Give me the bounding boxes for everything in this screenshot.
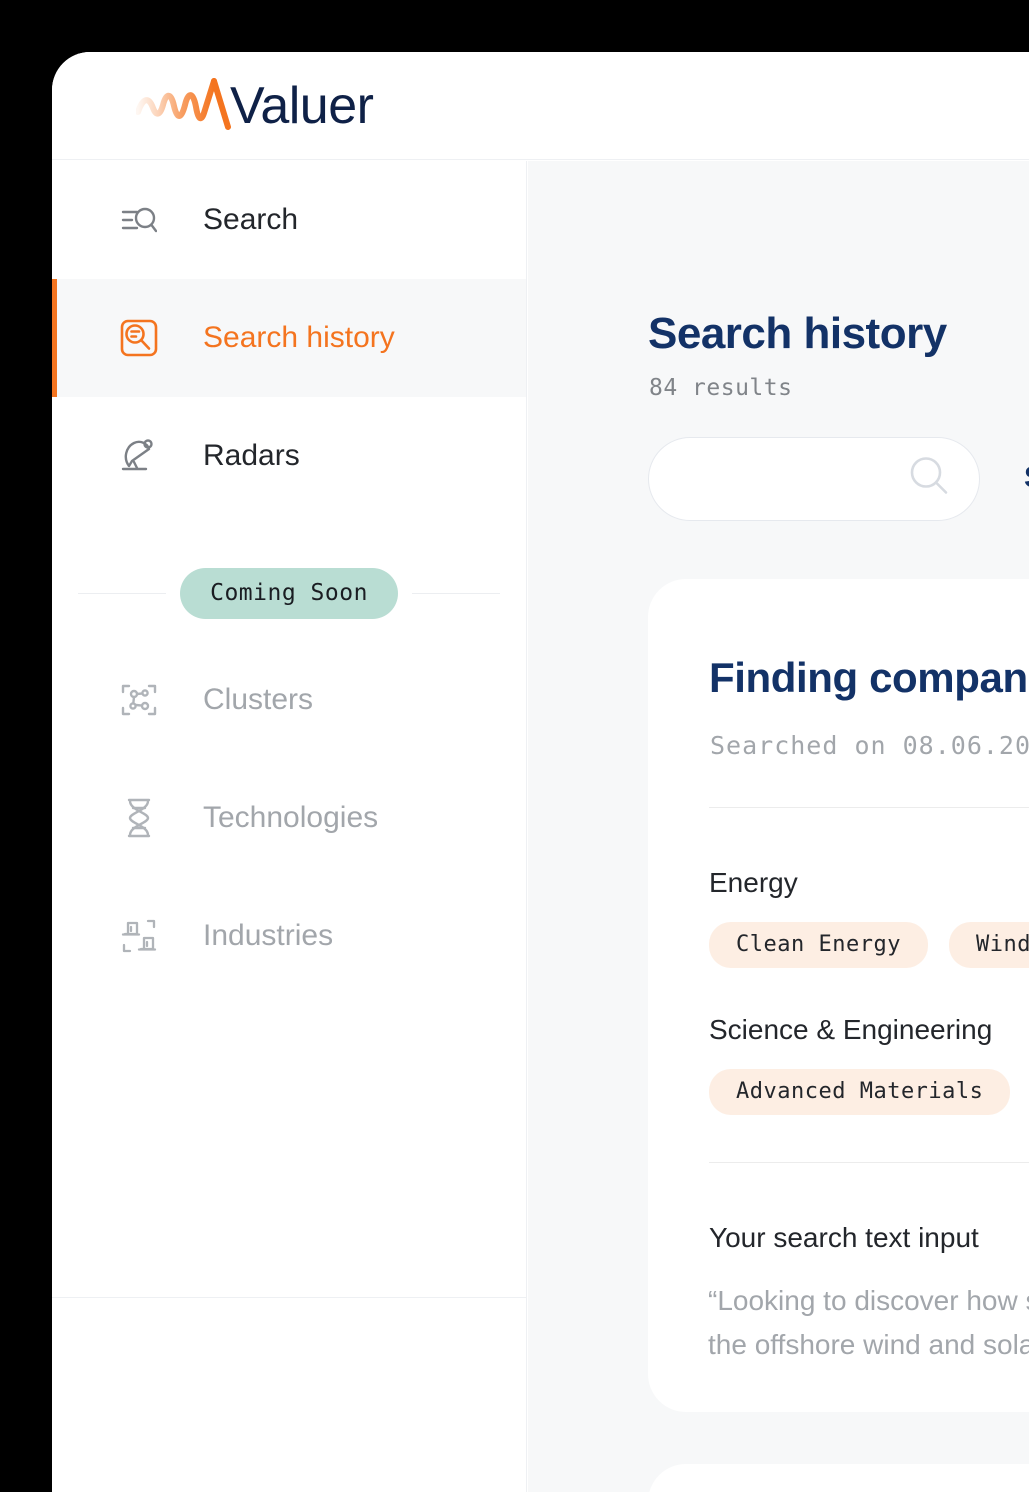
sidebar-item-label: Industries	[203, 919, 334, 952]
category-heading: Energy	[709, 867, 798, 898]
search-text-label: Your search text input	[709, 1222, 979, 1253]
search-history-card[interactable]	[648, 1464, 1029, 1492]
coming-soon-divider: Coming Soon	[52, 545, 526, 641]
card-divider	[709, 1162, 1029, 1163]
category-heading: Science & Engineering	[709, 1014, 993, 1045]
magnifier-icon	[905, 453, 953, 506]
main-content: Search history 84 results Sort Finding c…	[528, 161, 1029, 1492]
sidebar-item-label: Technologies	[203, 801, 379, 834]
sidebar-item-label: Clusters	[203, 683, 314, 716]
coming-soon-badge: Coming Soon	[180, 567, 398, 619]
search-list-icon	[119, 200, 159, 240]
sidebar-item-clusters[interactable]: Clusters	[52, 641, 526, 759]
brand-name: Valuer	[230, 76, 374, 135]
card-divider	[709, 807, 1029, 808]
brand-logo[interactable]: Valuer	[136, 75, 374, 137]
sidebar: Search Search history Radars Coming Soon…	[52, 161, 527, 1492]
top-bar: Valuer	[52, 52, 1029, 160]
search-history-card[interactable]: Finding companie Searched on 08.06.2021 …	[648, 579, 1029, 1412]
clusters-scan-icon	[119, 680, 159, 720]
tag-chip[interactable]: Wind Energy	[948, 922, 1029, 968]
sidebar-item-search-history[interactable]: Search history	[52, 279, 526, 397]
sort-button[interactable]: Sort	[1024, 461, 1029, 495]
sidebar-item-label: Radars	[203, 439, 300, 472]
divider-line-right	[411, 592, 501, 594]
app-window: Valuer Search Search history Radars Comi…	[52, 52, 1029, 1492]
tag-chip[interactable]: Advanced Materials	[709, 1069, 1011, 1115]
radar-dish-icon	[119, 436, 159, 476]
search-text-value: “Looking to discover how sta the offshor…	[708, 1285, 1029, 1360]
card-timestamp: Searched on 08.06.2021 at	[710, 731, 1029, 760]
search-input[interactable]	[683, 438, 923, 520]
page-title: Search history	[648, 309, 947, 358]
divider-line-left	[78, 592, 167, 594]
tag-chip[interactable]: Clean Energy	[709, 922, 928, 968]
tag-row: Clean Energy Wind Energy	[709, 922, 1029, 968]
search-history-icon	[119, 318, 159, 358]
tag-row: Advanced Materials	[709, 1069, 1011, 1115]
sidebar-item-technologies[interactable]: Technologies	[52, 759, 526, 877]
results-count: 84 results	[649, 375, 793, 401]
sidebar-item-label: Search	[203, 203, 299, 236]
wave-logo-icon	[136, 77, 231, 130]
sidebar-item-label: Search history	[203, 321, 395, 354]
card-title: Finding companie	[709, 654, 1029, 701]
sidebar-item-industries[interactable]: Industries	[52, 877, 526, 995]
buildings-icon	[119, 916, 159, 956]
sidebar-bottom-divider	[52, 1297, 526, 1298]
sidebar-item-radars[interactable]: Radars	[52, 397, 526, 515]
sidebar-item-search[interactable]: Search	[52, 161, 526, 279]
search-box[interactable]	[648, 437, 980, 521]
dna-helix-icon	[119, 798, 159, 838]
